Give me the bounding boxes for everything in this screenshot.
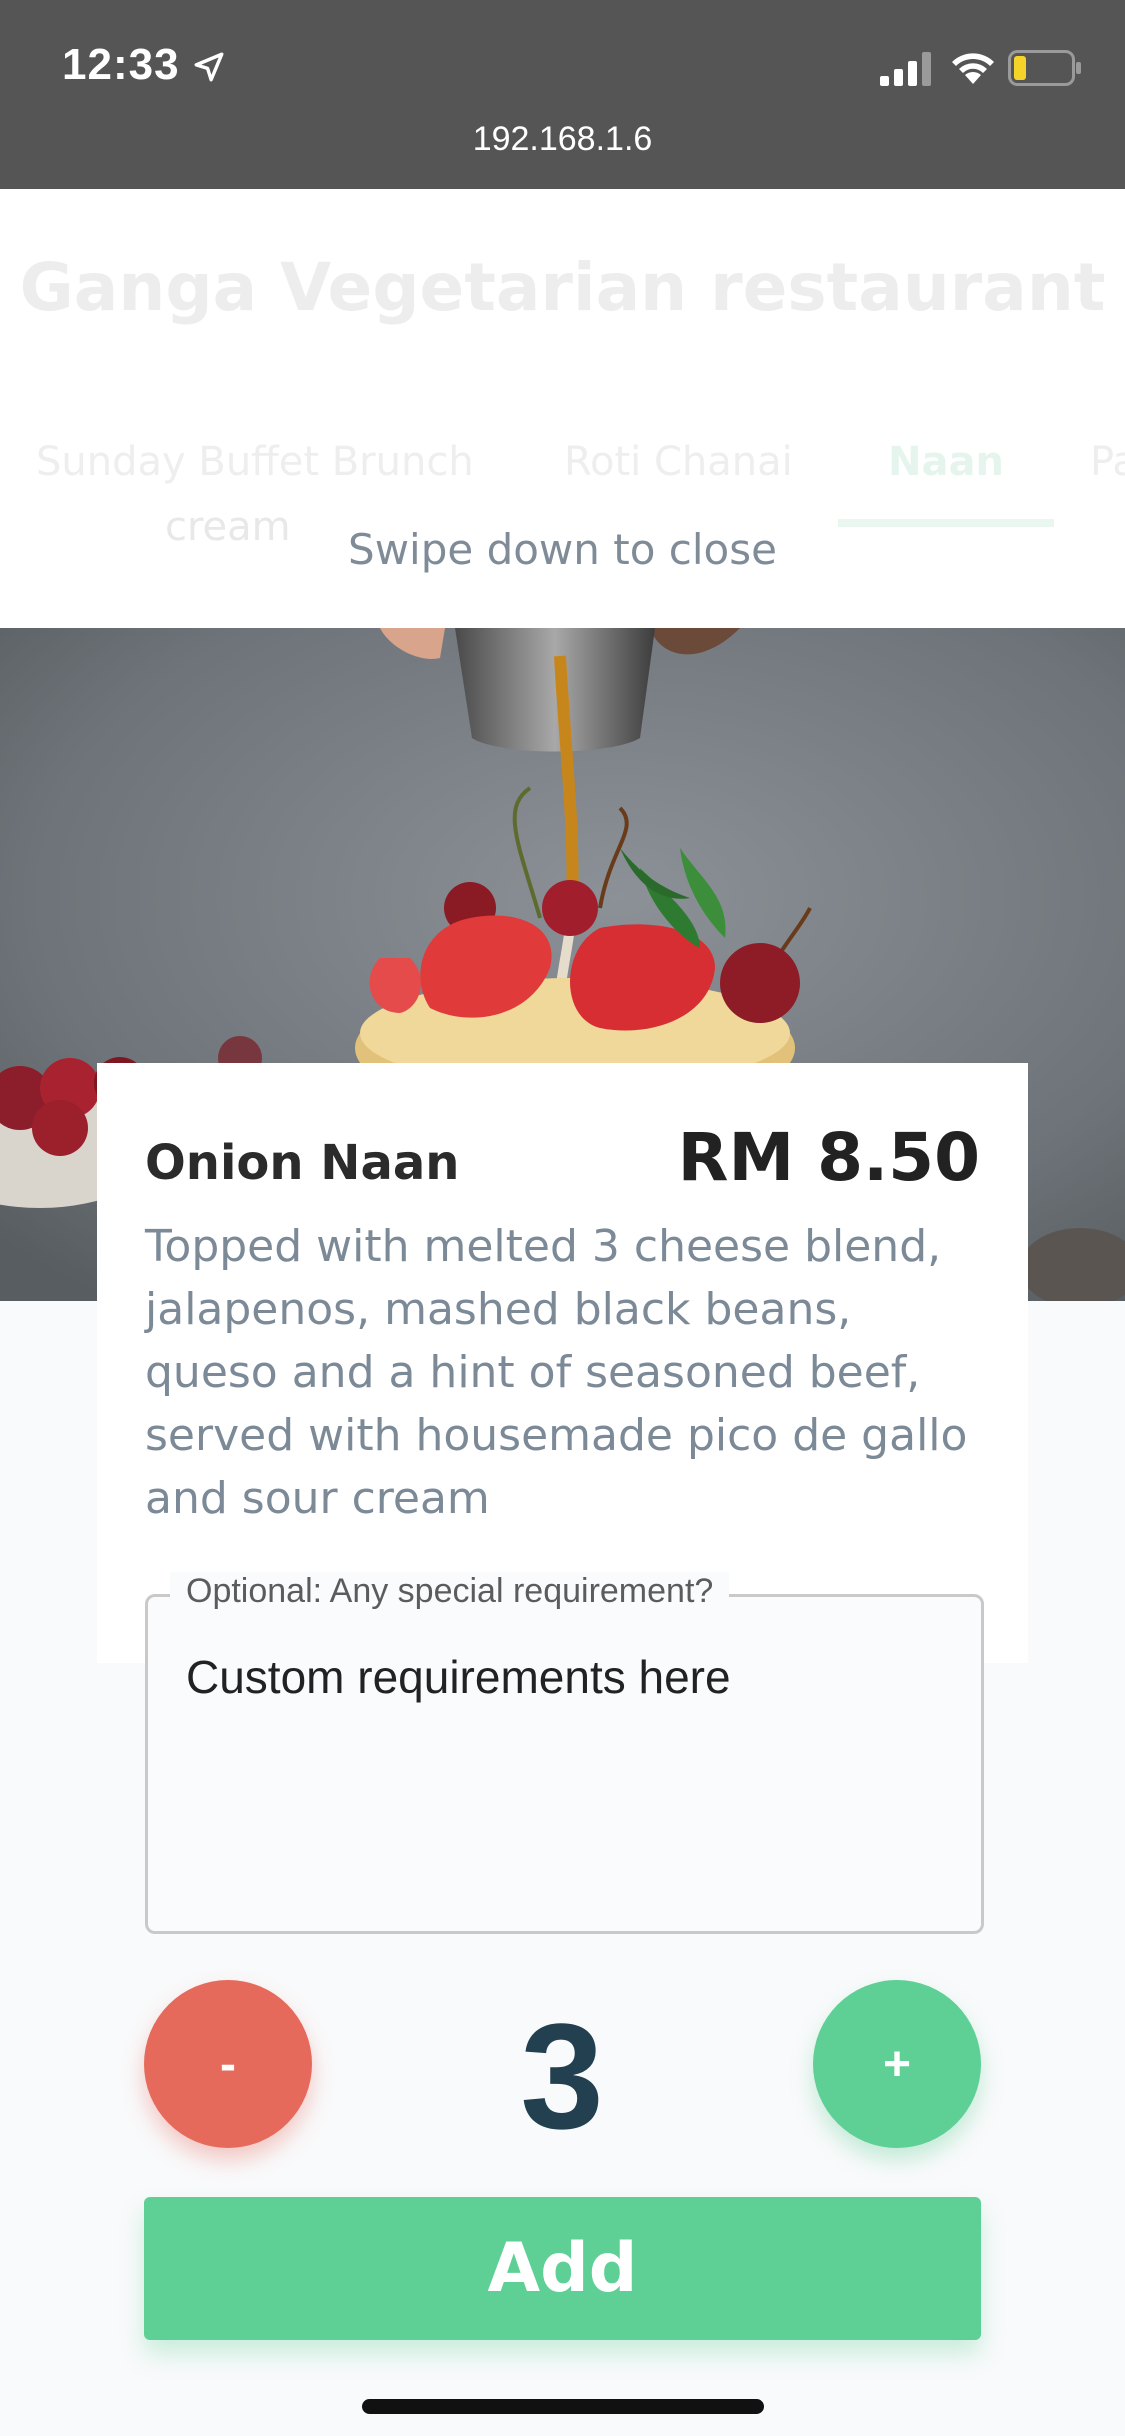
item-description: Topped with melted 3 cheese blend, jalap… [145,1221,968,1524]
tab-sunday-buffet-brunch: Sunday Buffet Brunch [36,439,474,485]
wifi-icon [952,53,994,84]
status-time: 12:33 [62,40,180,89]
tab-roti-chanai: Roti Chanai [564,439,793,485]
restaurant-title: Ganga Vegetarian restaurant [19,249,1106,326]
item-price: RM 8.50 [677,1119,980,1196]
tab-partial: Pa [1090,439,1125,485]
quantity-value: 3 [520,1992,604,2160]
item-name: Onion Naan [145,1135,460,1191]
status-bar: 12:33 192.168.1.6 [0,0,1125,189]
swipe-hint: Swipe down to close [348,525,777,574]
increase-quantity-button[interactable]: + [813,1980,981,2148]
location-arrow-icon [194,52,224,82]
signal-icon [880,52,931,86]
special-requirement-textarea[interactable] [145,1594,984,1934]
special-requirement-label: Optional: Any special requirement? [170,1572,730,1611]
battery-icon [1008,50,1081,86]
decrease-quantity-button[interactable]: - [144,1980,312,2148]
tab-naan: Naan [888,439,1004,485]
special-requirement-value[interactable]: Custom requirements here [186,1650,731,1704]
add-to-order-button[interactable]: Add [144,2197,981,2340]
address-bar-url[interactable]: 192.168.1.6 [0,120,1125,159]
home-indicator[interactable] [362,2399,764,2414]
